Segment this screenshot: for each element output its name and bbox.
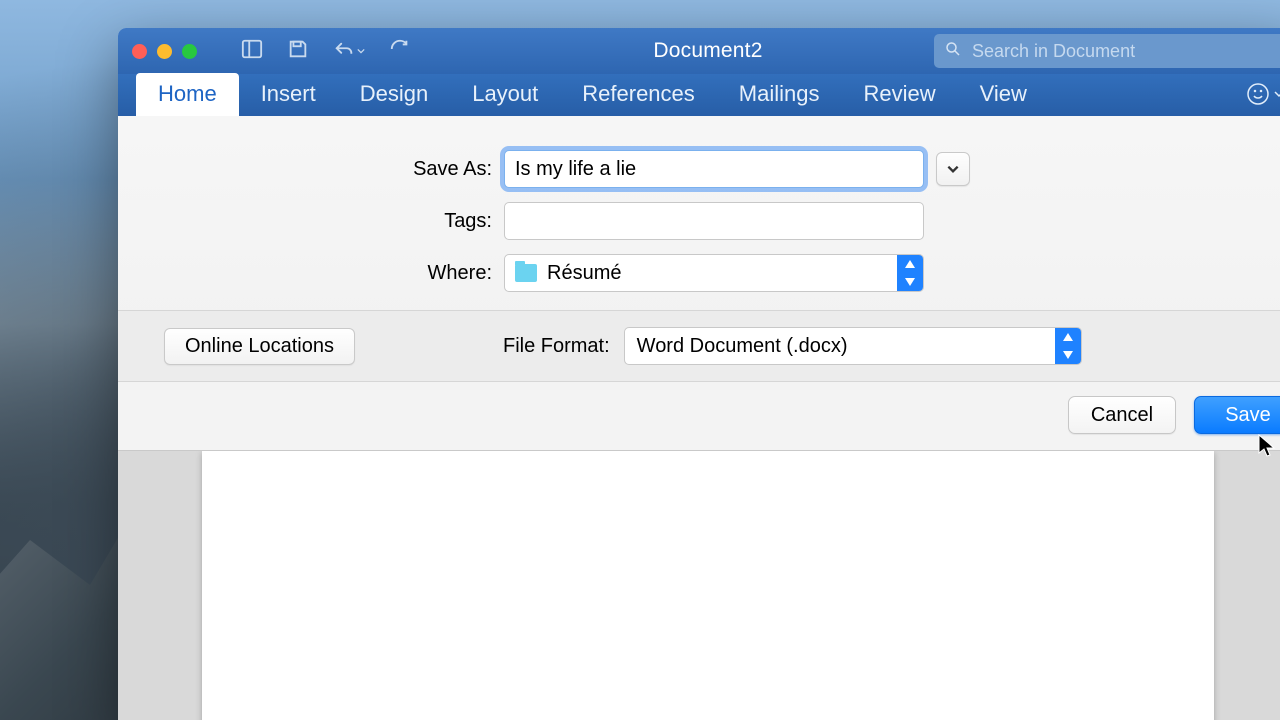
- tab-home[interactable]: Home: [136, 73, 239, 116]
- save-icon[interactable]: [287, 38, 309, 65]
- save-button[interactable]: Save: [1194, 396, 1280, 434]
- stepper-icon: [897, 255, 923, 291]
- where-select[interactable]: Résumé: [504, 254, 924, 292]
- tags-label: Tags:: [158, 210, 504, 233]
- file-format-label: File Format:: [503, 335, 610, 358]
- sidebar-toggle-icon[interactable]: [241, 38, 263, 65]
- where-value: Résumé: [547, 262, 621, 285]
- save-as-label: Save As:: [158, 158, 504, 181]
- stepper-icon: [1055, 328, 1081, 364]
- document-page[interactable]: [202, 451, 1214, 720]
- save-as-input[interactable]: [504, 150, 924, 188]
- tab-review[interactable]: Review: [841, 73, 957, 116]
- tab-mailings[interactable]: Mailings: [717, 73, 842, 116]
- tab-view[interactable]: View: [958, 73, 1049, 116]
- word-window: Document2 Home Insert Design Layout Refe…: [118, 28, 1280, 720]
- dialog-button-row: Cancel Save: [118, 382, 1280, 450]
- close-window-button[interactable]: [132, 44, 147, 59]
- file-format-value: Word Document (.docx): [637, 335, 848, 358]
- folder-icon: [515, 264, 537, 282]
- minimize-window-button[interactable]: [157, 44, 172, 59]
- search-icon: [944, 40, 962, 63]
- traffic-lights: [132, 44, 197, 59]
- file-format-bar: Online Locations File Format: Word Docum…: [118, 310, 1280, 382]
- tab-insert[interactable]: Insert: [239, 73, 338, 116]
- feedback-button[interactable]: [1246, 82, 1280, 106]
- redo-icon[interactable]: [389, 38, 411, 65]
- document-canvas[interactable]: [118, 451, 1280, 720]
- tab-references[interactable]: References: [560, 73, 717, 116]
- save-dialog-sheet: Save As: Tags: Where: Résumé: [118, 116, 1280, 451]
- tags-input[interactable]: [504, 202, 924, 240]
- file-format-select[interactable]: Word Document (.docx): [624, 327, 1082, 365]
- search-input[interactable]: [970, 40, 1280, 63]
- expand-save-dialog-button[interactable]: [936, 152, 970, 186]
- where-label: Where:: [158, 262, 504, 285]
- window-titlebar: Document2: [118, 28, 1280, 74]
- tab-layout[interactable]: Layout: [450, 73, 560, 116]
- document-search[interactable]: [934, 34, 1280, 68]
- undo-icon[interactable]: [333, 40, 365, 62]
- online-locations-button[interactable]: Online Locations: [164, 328, 355, 365]
- cancel-button[interactable]: Cancel: [1068, 396, 1176, 434]
- fullscreen-window-button[interactable]: [182, 44, 197, 59]
- ribbon-tabs: Home Insert Design Layout References Mai…: [118, 74, 1280, 116]
- tab-design[interactable]: Design: [338, 73, 450, 116]
